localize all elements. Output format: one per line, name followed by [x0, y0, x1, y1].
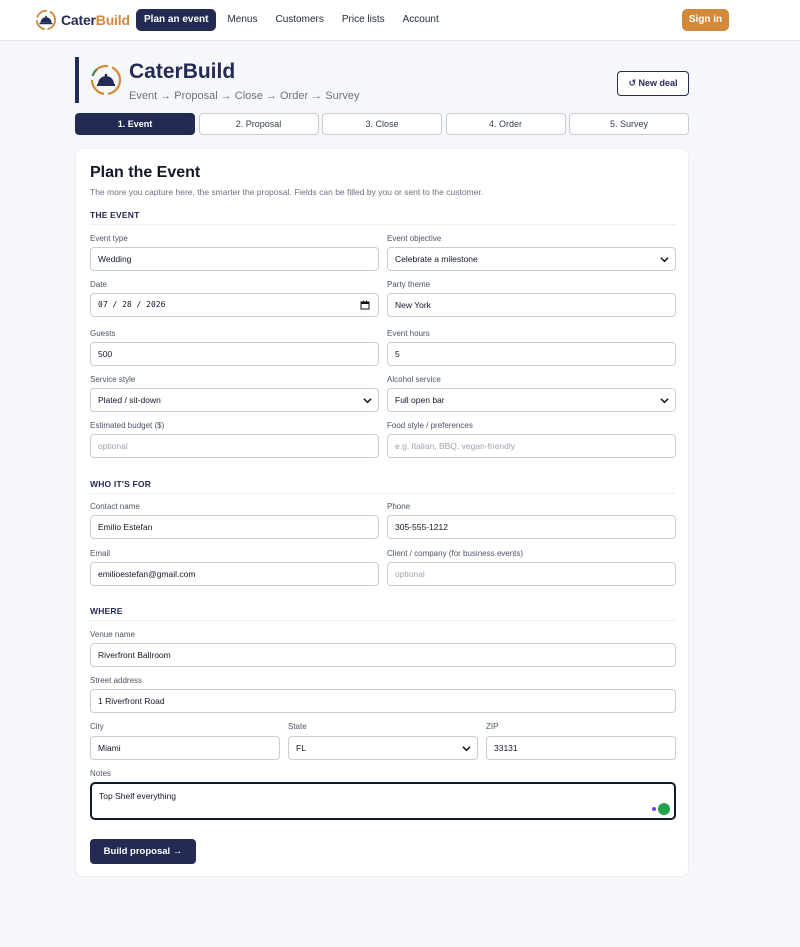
chevron-down-icon: [660, 398, 669, 404]
budget-input[interactable]: optional: [90, 434, 379, 458]
street-label: Street address: [90, 676, 143, 685]
brand-logo-link[interactable]: CaterBuild: [35, 9, 130, 31]
sign-in-button[interactable]: Sign in: [682, 9, 729, 31]
phone-label: Phone: [387, 502, 411, 511]
state-value: FL: [296, 743, 306, 753]
event-hours-input[interactable]: 5: [387, 342, 676, 366]
build-proposal-button[interactable]: Build proposal →: [90, 839, 196, 864]
city-label: City: [90, 722, 104, 731]
calendar-icon[interactable]: [360, 300, 370, 310]
header-accent-bar: [75, 57, 79, 103]
step-close[interactable]: 3. Close: [322, 113, 442, 135]
state-label: State: [288, 722, 307, 731]
zip-label: ZIP: [486, 722, 499, 731]
event-objective-value: Celebrate a milestone: [395, 254, 478, 264]
contact-name-input[interactable]: Emilio Estefan: [90, 515, 379, 539]
plan-event-card: Plan the Event The more you capture here…: [75, 148, 689, 877]
section-divider: [90, 493, 676, 494]
budget-label: Estimated budget ($): [90, 421, 165, 430]
event-objective-label: Event objective: [387, 234, 442, 243]
food-style-label: Food style / preferences: [387, 421, 473, 430]
food-style-input[interactable]: e.g. Italian, BBQ, vegan-friendly: [387, 434, 676, 458]
chevron-down-icon: [462, 746, 471, 752]
new-deal-button[interactable]: ↺ New deal: [617, 71, 689, 96]
service-style-value: Plated / sit-down: [98, 395, 161, 405]
notes-textarea[interactable]: Top Shelf everything: [90, 782, 676, 820]
nav-account[interactable]: Account: [394, 9, 448, 31]
section-where-heading: WHERE: [90, 606, 123, 616]
email-label: Email: [90, 549, 111, 558]
step-survey[interactable]: 5. Survey: [569, 113, 689, 135]
section-divider: [90, 620, 676, 621]
form-title: Plan the Event: [90, 164, 201, 181]
date-value: 07 / 28 / 2026: [98, 300, 166, 309]
notes-label: Notes: [90, 769, 111, 778]
nav-plan-event[interactable]: Plan an event: [136, 9, 217, 31]
nav-menu: Plan an event Menus Customers Price list…: [136, 9, 448, 31]
workflow-subtitle: Event → Proposal → Close → Order → Surve…: [129, 90, 360, 102]
city-input[interactable]: Miami: [90, 736, 280, 760]
event-type-label: Event type: [90, 234, 128, 243]
phone-input[interactable]: 305-555-1212: [387, 515, 676, 539]
step-event[interactable]: 1. Event: [75, 113, 195, 135]
venue-label: Venue name: [90, 630, 135, 639]
guests-input[interactable]: 500: [90, 342, 379, 366]
date-label: Date: [90, 280, 107, 289]
date-input[interactable]: 07 / 28 / 2026: [90, 293, 379, 317]
contact-name-label: Contact name: [90, 502, 140, 511]
top-nav: CaterBuild Plan an event Menus Customers…: [0, 0, 800, 41]
event-type-input[interactable]: Wedding: [90, 247, 379, 271]
step-proposal[interactable]: 2. Proposal: [198, 113, 319, 135]
street-input[interactable]: 1 Riverfront Road: [90, 689, 676, 713]
alcohol-service-label: Alcohol service: [387, 375, 441, 384]
alcohol-service-select[interactable]: Full open bar: [387, 388, 676, 412]
chevron-down-icon: [660, 257, 669, 263]
party-theme-label: Party theme: [387, 280, 431, 289]
nav-customers[interactable]: Customers: [266, 9, 332, 31]
company-label: Client / company (for business events): [387, 549, 524, 558]
service-style-select[interactable]: Plated / sit-down: [90, 388, 379, 412]
event-objective-select[interactable]: Celebrate a milestone: [387, 247, 676, 271]
cloche-logo-icon: [35, 9, 57, 31]
section-event-heading: THE EVENT: [90, 210, 140, 220]
guests-label: Guests: [90, 329, 116, 338]
grammar-assistant-icon[interactable]: [658, 803, 670, 815]
page-title: CaterBuild: [129, 60, 236, 83]
party-theme-input[interactable]: New York: [387, 293, 676, 317]
form-description: The more you capture here, the smarter t…: [90, 187, 484, 197]
company-input[interactable]: optional: [387, 562, 676, 586]
chevron-down-icon: [363, 398, 372, 404]
venue-input[interactable]: Riverfront Ballroom: [90, 643, 676, 667]
nav-menus[interactable]: Menus: [218, 9, 266, 31]
notes-value: Top Shelf everything: [99, 791, 177, 801]
step-order[interactable]: 4. Order: [445, 113, 566, 135]
status-dot-icon: [652, 807, 656, 811]
step-tabs: 1. Event 2. Proposal 3. Close 4. Order 5…: [75, 113, 689, 135]
event-hours-label: Event hours: [387, 329, 430, 338]
zip-input[interactable]: 33131: [486, 736, 676, 760]
section-divider: [90, 224, 676, 225]
nav-price-lists[interactable]: Price lists: [333, 9, 394, 31]
service-style-label: Service style: [90, 375, 136, 384]
alcohol-service-value: Full open bar: [395, 395, 445, 405]
email-input[interactable]: emilioestefan@gmail.com: [90, 562, 379, 586]
section-who-heading: WHO IT'S FOR: [90, 479, 152, 489]
state-select[interactable]: FL: [288, 736, 478, 760]
cloche-logo-icon: [90, 64, 122, 96]
brand-name: CaterBuild: [61, 12, 130, 28]
